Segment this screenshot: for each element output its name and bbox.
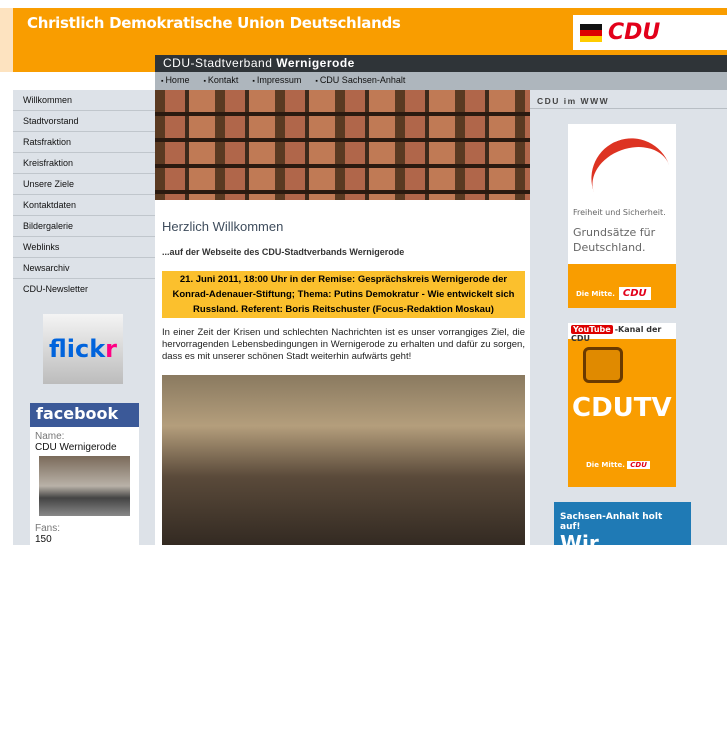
menu-bildergalerie[interactable]: Bildergalerie	[13, 216, 155, 237]
flickr-button[interactable]: flick r	[43, 314, 123, 384]
menu-ratsfraktion[interactable]: Ratsfraktion	[13, 132, 155, 153]
site-prefix: CDU-Stadtverband	[163, 56, 277, 70]
ad1-line1: Freiheit und Sicherheit.	[573, 208, 666, 217]
grundsaetze-banner[interactable]: Freiheit und Sicherheit. Grundsätze für …	[568, 124, 676, 308]
ad1-tag: Die Mitte.	[576, 290, 615, 298]
ad1-logo: CDU	[618, 287, 651, 300]
menu-weblinks[interactable]: Weblinks	[13, 237, 155, 258]
facebook-title: facebook	[30, 403, 139, 427]
logo-text: CDU	[608, 20, 661, 45]
fans-count: 150	[35, 534, 52, 545]
page-title: Herzlich Willkommen	[162, 219, 284, 234]
site-name: Wernigerode	[276, 56, 355, 70]
menu-cdu-newsletter[interactable]: CDU-Newsletter	[13, 279, 155, 300]
name-label: Name:	[35, 431, 65, 442]
youtube-header: YouTube -Kanal der CDU	[568, 323, 676, 343]
menu-unsere-ziele[interactable]: Unsere Ziele	[13, 174, 155, 195]
right-sidebar: CDU im WWW Freiheit und Sicherheit. Grun…	[530, 90, 727, 554]
menu-willkommen[interactable]: Willkommen	[13, 90, 155, 111]
team-photo	[162, 375, 525, 545]
ad2-footer: Die Mitte. CDU	[586, 461, 650, 469]
group-photo[interactable]	[39, 456, 130, 516]
swoosh-icon	[580, 127, 676, 211]
youtube-logo: YouTube	[571, 325, 613, 334]
header-banner-image	[155, 90, 530, 200]
side-menu: Willkommen Stadtvorstand Ratsfraktion Kr…	[13, 90, 155, 300]
sachsen-anhalt-banner[interactable]: Sachsen-Anhalt holt auf! Wir	[554, 502, 691, 554]
menu-kreisfraktion[interactable]: Kreisfraktion	[13, 153, 155, 174]
menu-kontaktdaten[interactable]: Kontaktdaten	[13, 195, 155, 216]
ad3-line2: Wir	[560, 531, 599, 555]
flickr-logo-a: flick	[48, 335, 106, 363]
tv-icon	[583, 347, 623, 383]
header-edge	[0, 8, 13, 72]
ad3-line1: Sachsen-Anhalt holt auf!	[560, 512, 663, 532]
cdu-logo[interactable]: CDU	[573, 15, 727, 50]
nav-home[interactable]: Home	[161, 75, 189, 87]
org-title: Christlich Demokratische Union Deutschla…	[27, 14, 401, 32]
event-notice: 21. Juni 2011, 18:00 Uhr in der Remise: …	[162, 271, 525, 318]
cdutv-text: CDUTV	[572, 393, 672, 423]
flickr-logo-b: r	[105, 335, 118, 363]
cdutv-banner[interactable]: YouTube -Kanal der CDU CDUTV Die Mitte. C…	[568, 323, 676, 487]
facebook-widget[interactable]: facebook Name: CDU Wernigerode Fans: 150	[30, 403, 139, 755]
ad1-line2: Grundsätze für Deutschland.	[573, 226, 656, 254]
sidebar-title: CDU im WWW	[530, 90, 727, 109]
site-title: CDU-Stadtverband Wernigerode	[155, 55, 727, 72]
top-nav: Home Kontakt Impressum CDU Sachsen-Anhal…	[155, 72, 727, 90]
nav-kontakt[interactable]: Kontakt	[203, 75, 239, 87]
ad2-tag: Die Mitte.	[586, 461, 625, 469]
menu-newsarchiv[interactable]: Newsarchiv	[13, 258, 155, 279]
nav-impressum[interactable]: Impressum	[252, 75, 302, 87]
left-sidebar: Willkommen Stadtvorstand Ratsfraktion Kr…	[13, 90, 155, 755]
nav-cdu-sachsen-anhalt[interactable]: CDU Sachsen-Anhalt	[315, 75, 406, 87]
menu-stadtvorstand[interactable]: Stadtvorstand	[13, 111, 155, 132]
main-content: Herzlich Willkommen ...auf der Webseite …	[155, 90, 530, 545]
flag-icon	[580, 23, 602, 42]
subtitle: ...auf der Webseite des CDU-Stadtverband…	[162, 247, 405, 257]
fans-label: Fans:	[35, 523, 61, 534]
ad2-logo: CDU	[627, 461, 650, 469]
intro-text: In einer Zeit der Krisen und schlechten …	[162, 327, 525, 362]
page-name[interactable]: CDU Wernigerode	[30, 442, 139, 453]
ad1-footer: Die Mitte. CDU	[568, 264, 676, 308]
